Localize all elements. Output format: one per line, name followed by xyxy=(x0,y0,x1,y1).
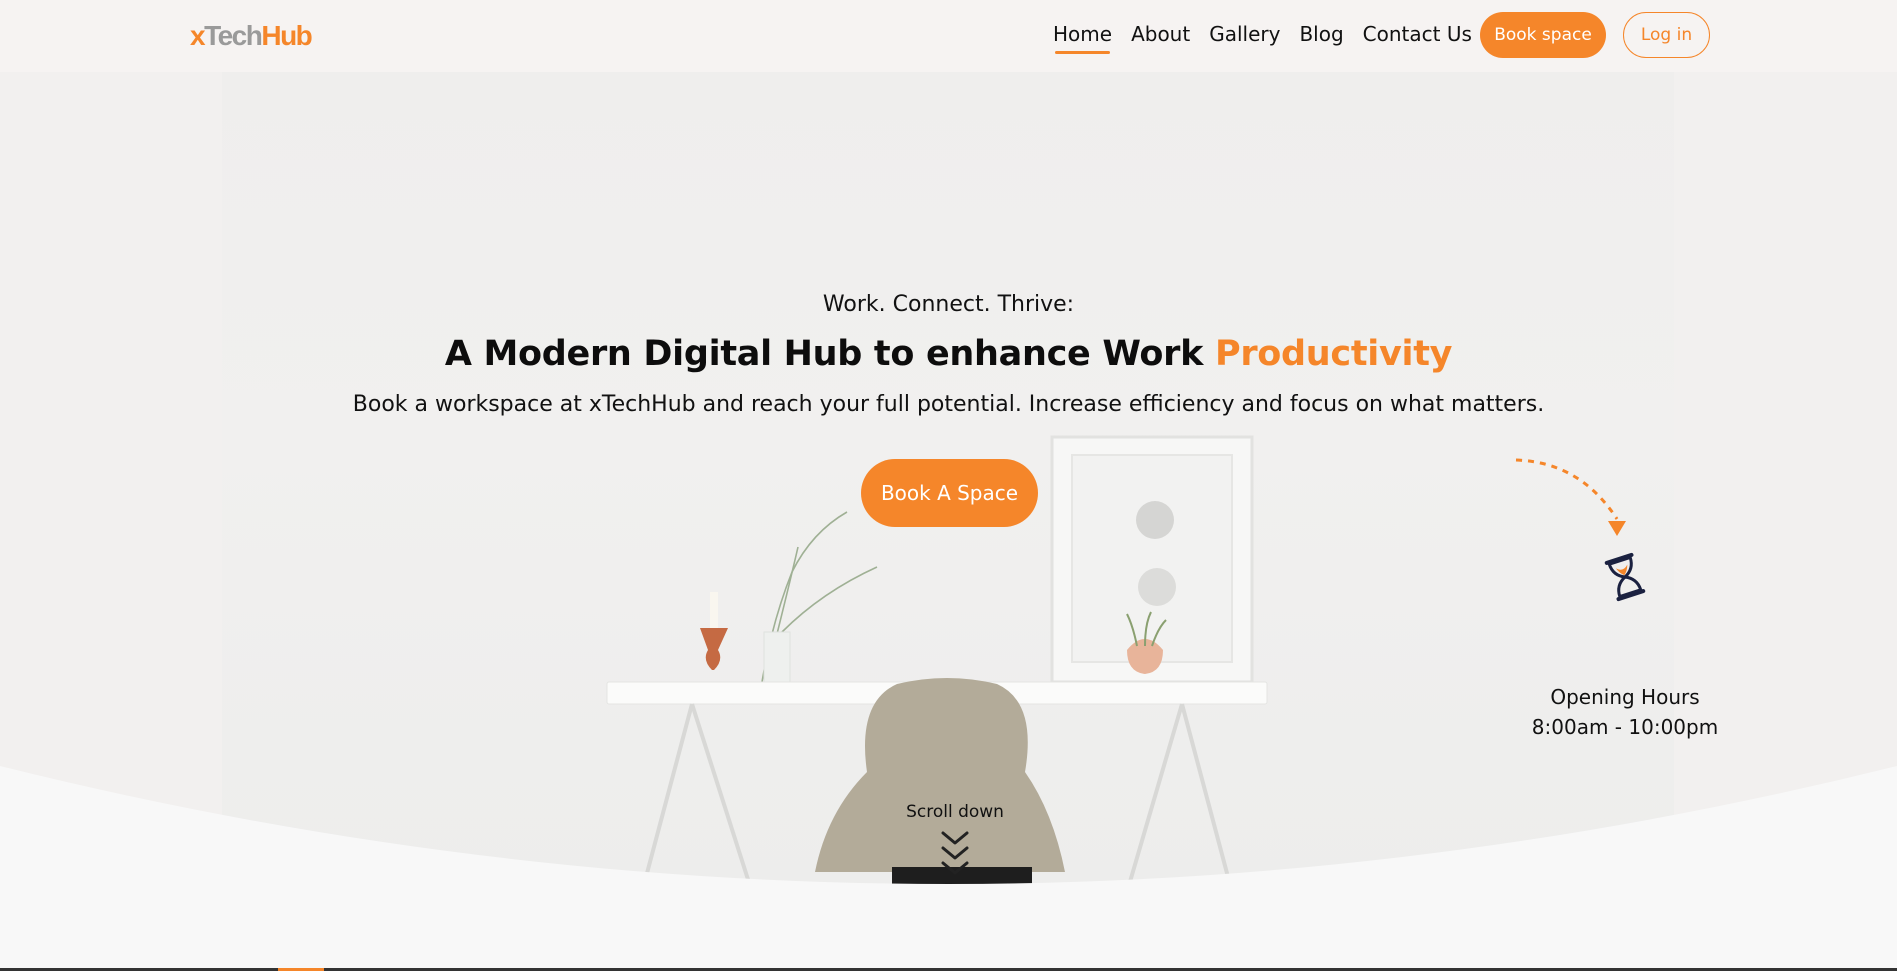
book-a-space-button[interactable]: Book A Space xyxy=(861,459,1038,527)
opening-hours: Opening Hours 8:00am - 10:00pm xyxy=(1530,682,1720,742)
login-button[interactable]: Log in xyxy=(1623,12,1710,58)
site-header: xTechHub Home About Gallery Blog Contact… xyxy=(0,0,1897,72)
book-space-button[interactable]: Book space xyxy=(1480,12,1606,58)
hero-section: Work. Connect. Thrive: A Modern Digital … xyxy=(0,72,1897,971)
nav-home[interactable]: Home xyxy=(1053,22,1112,54)
nav-contact[interactable]: Contact Us xyxy=(1363,22,1472,52)
nav-gallery[interactable]: Gallery xyxy=(1209,22,1280,52)
hero-subline: Book a workspace at xTechHub and reach y… xyxy=(352,392,1545,417)
nav-blog[interactable]: Blog xyxy=(1299,22,1343,52)
opening-hours-time: 8:00am - 10:00pm xyxy=(1531,715,1719,739)
scroll-down[interactable]: Scroll down xyxy=(880,802,1030,885)
chevron-down-icon xyxy=(941,831,969,875)
hero-headline: A Modern Digital Hub to enhance Work Pro… xyxy=(444,334,1453,374)
logo[interactable]: xTechHub xyxy=(190,20,313,52)
nav-about[interactable]: About xyxy=(1131,22,1190,52)
hero-eyebrow: Work. Connect. Thrive: xyxy=(822,292,1075,317)
hourglass-icon xyxy=(1604,552,1646,602)
scroll-down-label: Scroll down xyxy=(906,802,1004,822)
opening-hours-title: Opening Hours xyxy=(1550,685,1700,709)
main-nav: Home About Gallery Blog Contact Us xyxy=(1053,22,1491,54)
